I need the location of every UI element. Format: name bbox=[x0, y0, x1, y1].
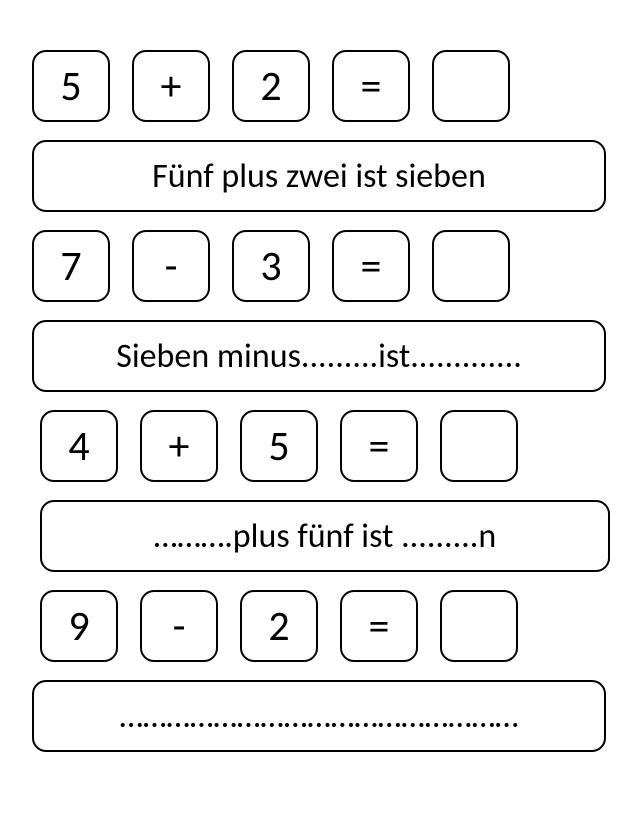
math-worksheet: 5 + 2 = Fünf plus zwei ist sieben 7 - 3 … bbox=[28, 50, 610, 752]
sentence-row[interactable]: Fünf plus zwei ist sieben bbox=[32, 140, 606, 212]
equation-answer-cell[interactable] bbox=[440, 590, 518, 662]
equation-row: 7 - 3 = bbox=[28, 230, 610, 302]
equation-cell[interactable]: = bbox=[340, 590, 418, 662]
equation-cell[interactable]: 5 bbox=[240, 410, 318, 482]
equation-row: 5 + 2 = bbox=[28, 50, 610, 122]
equation-row: 4 + 5 = bbox=[28, 410, 610, 482]
equation-row: 9 - 2 = bbox=[28, 590, 610, 662]
equation-cell[interactable]: 3 bbox=[232, 230, 310, 302]
equation-cell[interactable]: 5 bbox=[32, 50, 110, 122]
equation-answer-cell[interactable] bbox=[432, 50, 510, 122]
equation-cell[interactable]: - bbox=[140, 590, 218, 662]
equation-cell[interactable]: 2 bbox=[232, 50, 310, 122]
sentence-row[interactable]: …………………………………………… bbox=[32, 680, 606, 752]
equation-answer-cell[interactable] bbox=[432, 230, 510, 302]
equation-cell[interactable]: 4 bbox=[40, 410, 118, 482]
sentence-row[interactable]: Sieben minus.........ist............. bbox=[32, 320, 606, 392]
equation-cell[interactable]: = bbox=[340, 410, 418, 482]
sentence-row[interactable]: ……….plus fünf ist .........n bbox=[40, 500, 610, 572]
equation-cell[interactable]: - bbox=[132, 230, 210, 302]
equation-cell[interactable]: = bbox=[332, 50, 410, 122]
equation-answer-cell[interactable] bbox=[440, 410, 518, 482]
equation-cell[interactable]: = bbox=[332, 230, 410, 302]
equation-cell[interactable]: 9 bbox=[40, 590, 118, 662]
equation-cell[interactable]: + bbox=[140, 410, 218, 482]
equation-cell[interactable]: 7 bbox=[32, 230, 110, 302]
equation-cell[interactable]: + bbox=[132, 50, 210, 122]
equation-cell[interactable]: 2 bbox=[240, 590, 318, 662]
